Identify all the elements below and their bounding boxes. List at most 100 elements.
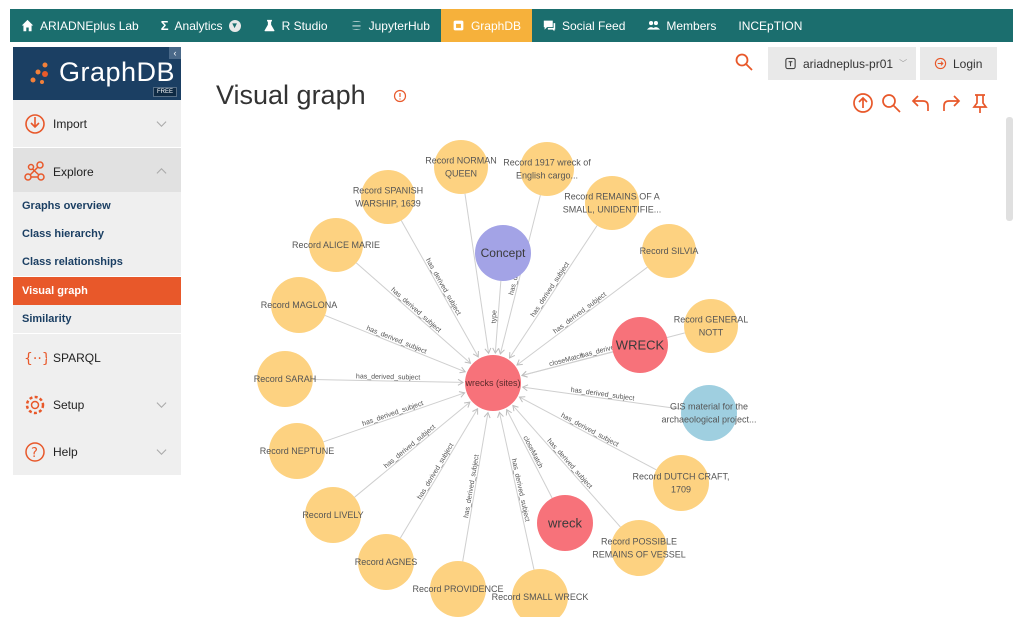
chevron-down-icon <box>156 402 167 409</box>
edge-label: has_derived_subject <box>560 412 620 448</box>
sidebar-item-import[interactable]: Import <box>13 100 181 147</box>
sidebar-subitem-visual-graph[interactable]: Visual graph <box>13 277 181 305</box>
graph-node[interactable] <box>434 140 488 194</box>
chat-icon <box>543 20 556 32</box>
edge-label: has_derived_subject <box>361 400 424 428</box>
import-icon <box>25 113 45 134</box>
sidebar-item-label: SPARQL <box>53 350 101 365</box>
graph-node-label: 1709 <box>671 485 691 495</box>
edge-label: has_derived_subject <box>417 442 456 501</box>
graph-node-label: Record POSSIBLE <box>601 537 677 547</box>
sidebar-item-label: Explore <box>53 164 94 179</box>
graph-node-label: Record SILVIA <box>640 246 699 256</box>
graph-node-label: English cargo... <box>516 171 578 181</box>
graph-node[interactable] <box>684 299 738 353</box>
graph-node[interactable] <box>361 170 415 224</box>
graph-node-label: Concept <box>481 246 526 260</box>
edge-label: has_derived_subject <box>570 387 635 403</box>
graph-node[interactable] <box>611 520 667 576</box>
undo-icon[interactable] <box>910 92 932 114</box>
edge-label: has_derived_subject <box>545 438 593 491</box>
graphdb-logo[interactable]: GraphDB FREE ‹ <box>13 47 181 100</box>
chevron-up-icon <box>156 167 167 174</box>
nav-label: Social Feed <box>562 18 626 33</box>
nav-social-feed[interactable]: Social Feed <box>532 9 636 42</box>
flask-icon <box>264 19 275 32</box>
graph-node-label: Record REMAINS OF A <box>564 192 660 202</box>
chevron-down-icon: ﹀ <box>899 59 908 68</box>
nav-rstudio[interactable]: R Studio <box>252 9 339 42</box>
chevron-down-icon[interactable]: ▼ <box>228 19 241 32</box>
graph-node-label: Record DUTCH CRAFT, <box>632 472 729 482</box>
sparql-icon: {··} <box>24 351 47 367</box>
repository-selector[interactable]: ariadneplus-pr01 ﹀ <box>768 47 916 80</box>
sidebar-subitem-class-relationships[interactable]: Class relationships <box>13 248 181 276</box>
sidebar-item-setup[interactable]: Setup <box>13 381 181 428</box>
search-icon[interactable] <box>735 53 753 71</box>
nav-analytics[interactable]: Σ Analytics ▼ <box>150 9 252 42</box>
sidebar-item-label: Setup <box>53 397 85 412</box>
login-label: Login <box>953 56 983 71</box>
graph-node-label: Record NEPTUNE <box>260 446 335 456</box>
graph-node-label: NOTT <box>699 328 724 338</box>
login-button[interactable]: Login <box>920 47 997 80</box>
graph-node[interactable] <box>653 455 709 511</box>
nav-label: JupyterHub <box>368 18 430 33</box>
graph-node-label: SMALL, UNIDENTIFIE... <box>563 205 662 215</box>
edge-label: type <box>491 310 499 324</box>
graph-node-label: Record ALICE MARIE <box>292 240 380 250</box>
graph-node[interactable] <box>520 142 574 196</box>
graph-node-label: Record NORMAN <box>425 156 497 166</box>
nav-jupyterhub[interactable]: JupyterHub <box>339 9 441 42</box>
sidebar-subitem-class-hierarchy[interactable]: Class hierarchy <box>13 220 181 248</box>
chevron-down-icon <box>156 121 167 128</box>
gear-icon <box>25 395 45 414</box>
scrollbar[interactable] <box>1006 117 1013 221</box>
edge-label: has_derived_subject <box>552 291 608 335</box>
chevron-down-icon <box>156 449 167 456</box>
edge-label: has_derived_subject <box>389 287 442 335</box>
graph-node-label: WRECK <box>616 338 665 353</box>
graph-node-label: REMAINS OF VESSEL <box>592 550 686 560</box>
collapse-sidebar-button[interactable]: ‹ <box>169 47 181 59</box>
graph-node-label: GIS material for the <box>670 402 748 412</box>
visual-graph-canvas[interactable]: has_derived...has_derived_subjecttypehas… <box>190 130 1006 617</box>
graphdb-logo-icon <box>30 62 48 84</box>
redo-icon[interactable] <box>940 92 962 114</box>
svg-text:{··}: {··} <box>24 351 47 367</box>
sidebar-item-explore[interactable]: Explore <box>13 148 181 195</box>
explore-icon <box>24 160 45 181</box>
edge-arrow <box>509 352 516 359</box>
nav-label: INCEpTION <box>738 18 803 33</box>
top-navigation-bar: ARIADNEplus Lab Σ Analytics ▼ R Studio J… <box>10 9 1013 42</box>
graph-node-label: wrecks (sites) <box>464 378 520 388</box>
sidebar-subitem-similarity[interactable]: Similarity <box>13 305 181 333</box>
nav-label: Analytics <box>174 18 223 33</box>
edge-label: has_derived_subject <box>356 373 420 381</box>
nav-label: R Studio <box>281 18 328 33</box>
nav-ariadneplus-lab[interactable]: ARIADNEplus Lab <box>10 9 150 42</box>
search-icon[interactable] <box>880 92 902 114</box>
edition-badge: FREE <box>152 87 177 97</box>
graph-node-label: QUEEN <box>445 169 477 179</box>
sidebar-item-sparql[interactable]: {··} SPARQL <box>13 334 181 381</box>
nav-graphdb[interactable]: GraphDB <box>440 9 532 42</box>
logo-text: GraphDB <box>59 57 176 87</box>
sidebar-subitem-graphs-overview[interactable]: Graphs overview <box>13 192 181 220</box>
edge-label: has_derived_subject <box>383 424 437 470</box>
edge-label: has_derived_subject <box>424 257 462 316</box>
pin-icon[interactable] <box>969 92 991 114</box>
nav-inception[interactable]: INCEpTION <box>727 9 813 42</box>
edge-label: closeMatch <box>521 435 543 470</box>
graph-node[interactable] <box>681 385 737 441</box>
graph-node[interactable] <box>585 176 639 230</box>
upload-icon[interactable] <box>852 92 874 114</box>
edge-label: has_derived_subject <box>530 261 571 318</box>
info-icon[interactable] <box>393 89 407 103</box>
sidebar-item-label: Import <box>53 116 88 131</box>
graph-node-label: Record AGNES <box>355 557 418 567</box>
nav-members[interactable]: Members <box>636 9 727 42</box>
sidebar-item-help[interactable]: ? Help <box>13 428 181 475</box>
graph-node-label: Record GENERAL <box>674 315 749 325</box>
graph-node-label: Record SPANISH <box>353 186 423 196</box>
